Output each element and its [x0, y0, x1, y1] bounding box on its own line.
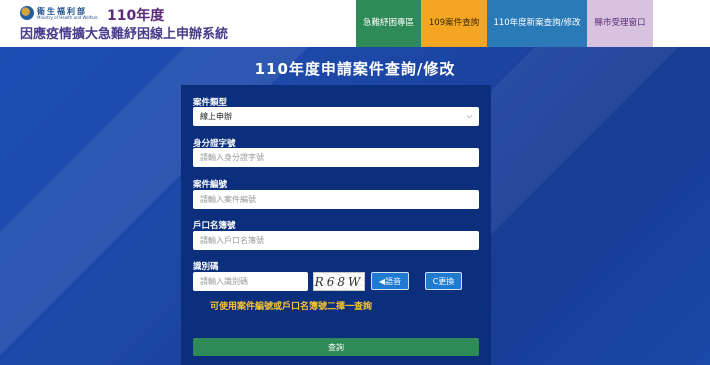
page-title: 110年度申請案件查詢/修改 — [254, 60, 456, 78]
header-year: 110年度 — [107, 8, 165, 24]
system-title: 因應疫情擴大急難紓困線上申辦系統 — [20, 27, 229, 42]
refresh-captcha-button[interactable]: C更換 — [425, 272, 462, 290]
ministry-name-en: Ministry of Health and Welfare — [37, 15, 98, 20]
nav-county-windows[interactable]: 縣市受理窗口 — [587, 0, 653, 47]
voice-captcha-button[interactable]: ◀語音 — [371, 272, 409, 290]
household-number-input[interactable]: 請輸入戶口名簿號 — [193, 231, 479, 250]
case-type-select[interactable]: 線上申辦 ⌵ — [193, 107, 479, 126]
nav-110-query-edit[interactable]: 110年度新案查詢/修改 — [487, 0, 587, 47]
case-number-label: 案件編號 — [193, 180, 228, 190]
submit-query-button[interactable]: 查詢 — [193, 338, 479, 356]
household-number-label: 戶口名簿號 — [193, 221, 236, 231]
captcha-image: R68W — [313, 272, 365, 291]
id-number-input[interactable]: 請輸入身分證字號 — [193, 148, 479, 167]
captcha-input[interactable]: 請輸入識別碼 — [193, 272, 308, 291]
nav-109-query[interactable]: 109案件查詢 — [421, 0, 487, 47]
captcha-label: 識別碼 — [193, 262, 219, 272]
ministry-logo-icon — [20, 6, 34, 20]
case-number-input[interactable]: 請輸入案件編號 — [193, 190, 479, 209]
nav-relief-zone[interactable]: 急難紓困專區 — [356, 0, 421, 47]
chevron-down-icon: ⌵ — [466, 112, 472, 120]
query-hint: 可使用案件編號或戶口名簿號二擇一查詢 — [210, 302, 373, 312]
case-type-value: 線上申辦 — [200, 112, 232, 121]
